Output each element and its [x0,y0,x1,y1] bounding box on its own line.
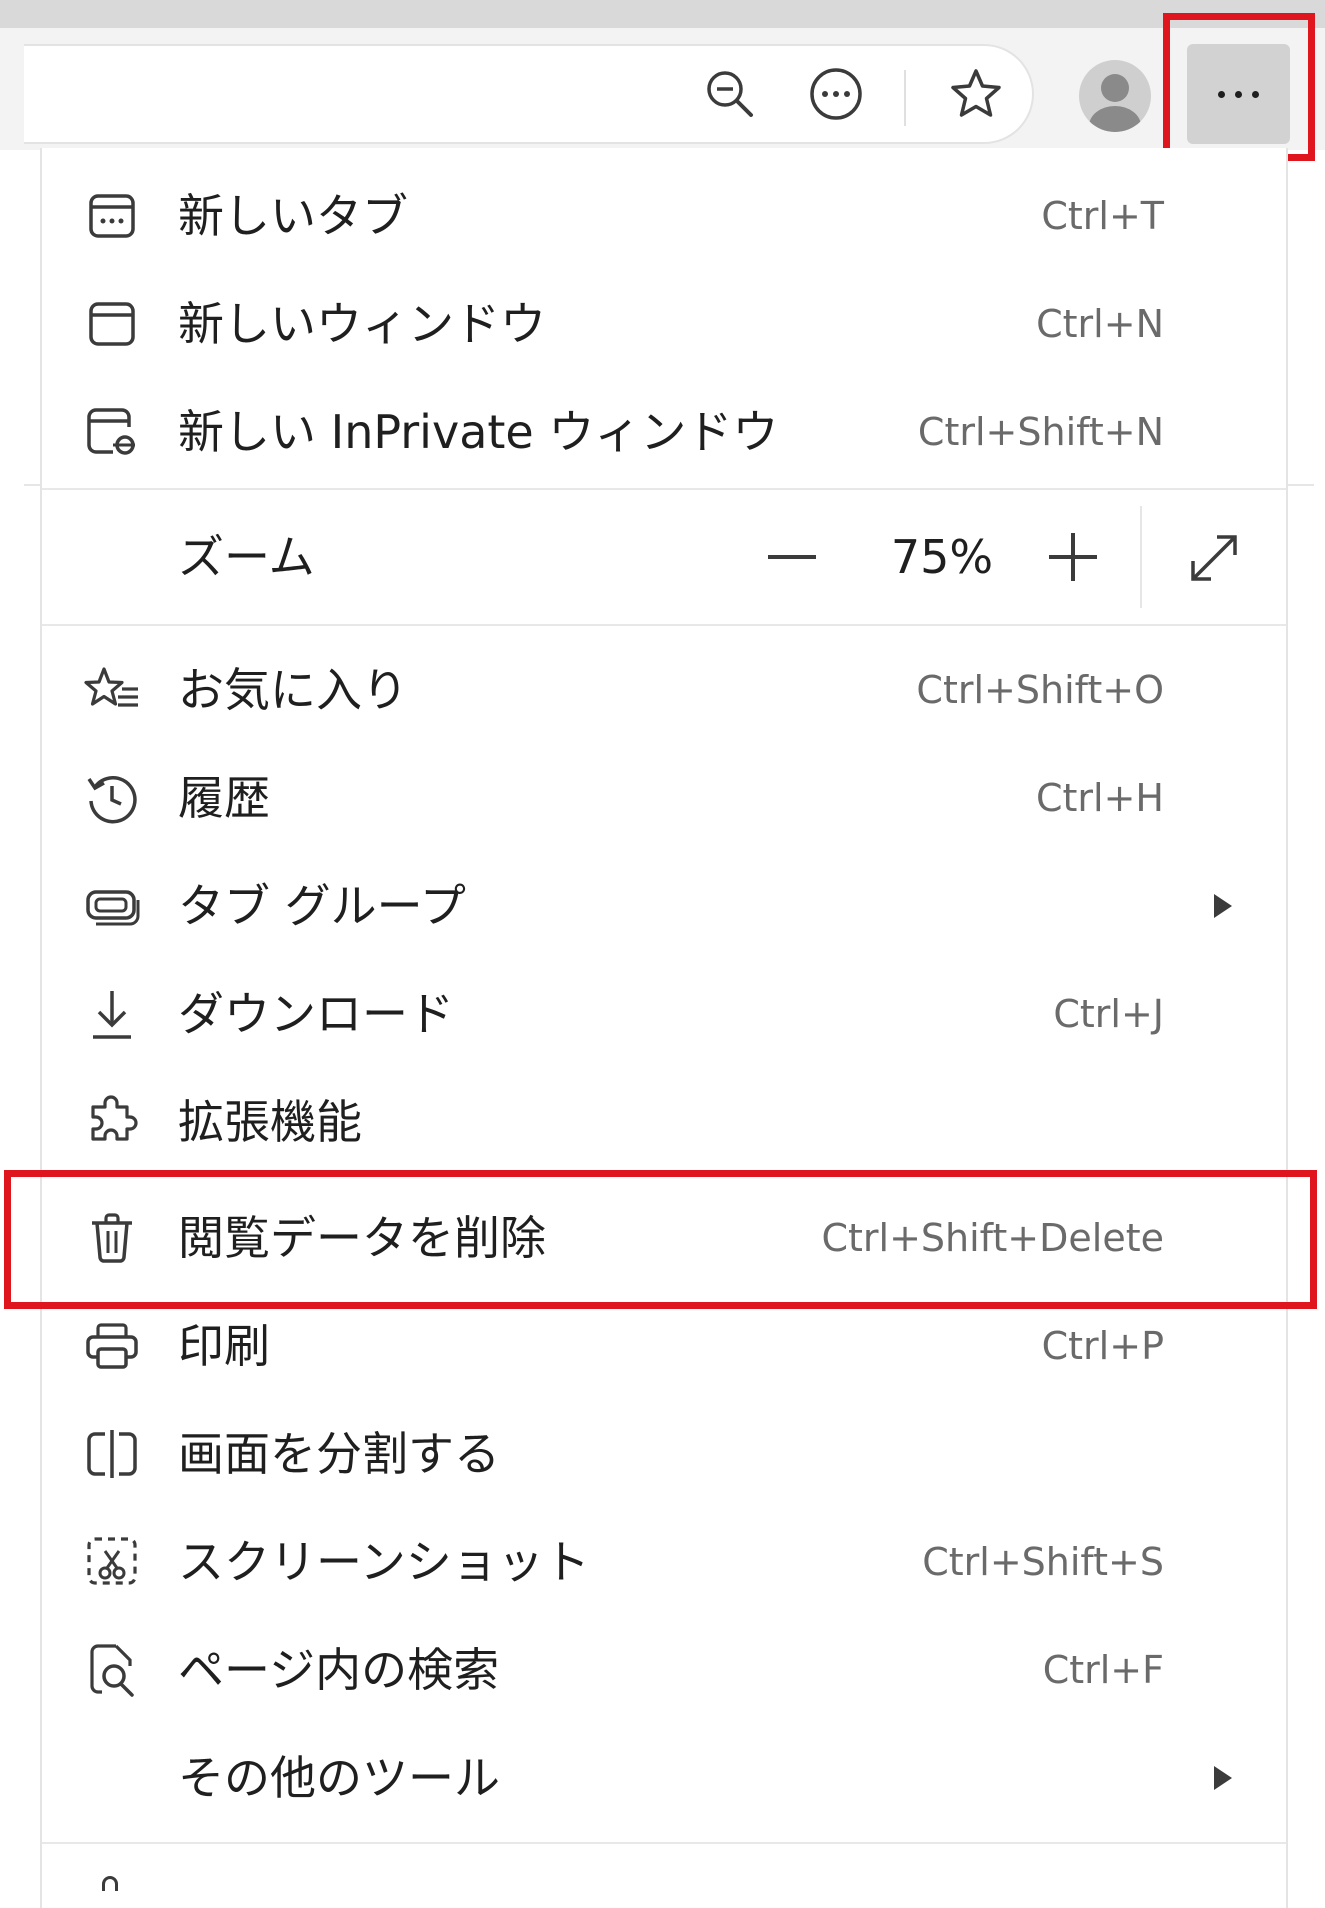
partial-icon [102,1876,118,1891]
menu-item-label: 新しいタブ [178,189,408,243]
ellipsis-icon [1218,90,1259,98]
menu-item-shortcut: Ctrl+Shift+Delete [821,1216,1164,1260]
menu-item-label: 履歴 [178,771,270,825]
star-icon[interactable] [946,64,1006,124]
menu-divider [42,624,1286,626]
zoom-out-icon[interactable] [700,64,760,124]
new-window-icon [82,296,142,352]
menu-item-new-tab[interactable]: 新しいタブ Ctrl+T [42,162,1286,270]
chevron-right-icon [1214,1766,1232,1790]
menu-item-label: ダウンロード [178,987,454,1041]
fullscreen-icon[interactable] [1184,528,1244,588]
menu-item-shortcut: Ctrl+Shift+O [916,668,1164,712]
menu-item-label: 新しい InPrivate ウィンドウ [178,405,779,459]
menu-item-more-tools[interactable]: その他のツール [42,1724,1286,1832]
address-bar-separator [904,70,906,126]
screenshot-icon [82,1534,142,1590]
menu-item-shortcut: Ctrl+Shift+N [917,410,1164,454]
menu-item-shortcut: Ctrl+Shift+S [922,1540,1164,1584]
more-circle-icon[interactable] [806,64,866,124]
favorites-icon [82,662,142,718]
menu-item-tab-groups[interactable]: タブ グループ [42,852,1286,960]
window-top-strip [0,0,1325,28]
menu-item-extensions[interactable]: 拡張機能 [42,1068,1286,1176]
menu-item-label: 拡張機能 [178,1095,362,1149]
new-tab-icon [82,188,142,244]
menu-item-favorites[interactable]: お気に入り Ctrl+Shift+O [42,636,1286,744]
address-bar[interactable] [24,44,1034,144]
menu-item-new-inprivate-window[interactable]: 新しい InPrivate ウィンドウ Ctrl+Shift+N [42,378,1286,486]
menu-item-downloads[interactable]: ダウンロード Ctrl+J [42,960,1286,1068]
menu-item-label: その他のツール [178,1751,500,1805]
menu-item-label: 新しいウィンドウ [178,297,546,351]
zoom-row: ズーム 75% [42,492,1286,622]
menu-item-label: スクリーンショット [178,1535,590,1589]
avatar[interactable] [1079,60,1151,132]
zoom-out-button[interactable] [762,532,822,582]
find-in-page-icon [82,1642,142,1698]
trash-icon [82,1210,142,1266]
split-screen-icon [82,1426,142,1482]
menu-item-label: 印刷 [178,1319,270,1373]
menu-item-new-window[interactable]: 新しいウィンドウ Ctrl+N [42,270,1286,378]
menu-item-label: タブ グループ [178,879,466,933]
menu-item-label: 画面を分割する [178,1427,500,1481]
menu-item-label: ページ内の検索 [178,1643,500,1697]
history-icon [82,770,142,826]
menu-item-split-screen[interactable]: 画面を分割する [42,1400,1286,1508]
menu-divider [42,1842,1286,1844]
zoom-separator [1140,506,1142,608]
zoom-value: 75% [890,530,994,584]
settings-and-more-button[interactable] [1187,44,1290,144]
menu-item-label: お気に入り [178,663,408,717]
menu-item-shortcut: Ctrl+P [1041,1324,1164,1368]
menu-item-label: 閲覧データを削除 [178,1211,546,1265]
menu-item-shortcut: Ctrl+N [1036,302,1164,346]
inprivate-icon [82,404,142,460]
menu-item-shortcut: Ctrl+H [1035,776,1164,820]
menu-item-find-on-page[interactable]: ページ内の検索 Ctrl+F [42,1616,1286,1724]
tab-groups-icon [82,878,142,934]
zoom-in-button[interactable] [1042,526,1104,588]
zoom-label: ズーム [178,530,315,584]
menu-item-shortcut: Ctrl+T [1041,194,1164,238]
menu-item-history[interactable]: 履歴 Ctrl+H [42,744,1286,852]
menu-item-clear-browsing-data[interactable]: 閲覧データを削除 Ctrl+Shift+Delete [42,1184,1286,1292]
menu-item-shortcut: Ctrl+F [1042,1648,1164,1692]
menu-item-shortcut: Ctrl+J [1053,992,1164,1036]
chevron-right-icon [1214,894,1232,918]
menu-item-print[interactable]: 印刷 Ctrl+P [42,1292,1286,1400]
printer-icon [82,1318,142,1374]
menu-divider [42,488,1286,490]
menu-item-screenshot[interactable]: スクリーンショット Ctrl+Shift+S [42,1508,1286,1616]
puzzle-icon [82,1094,142,1150]
download-icon [82,986,142,1042]
